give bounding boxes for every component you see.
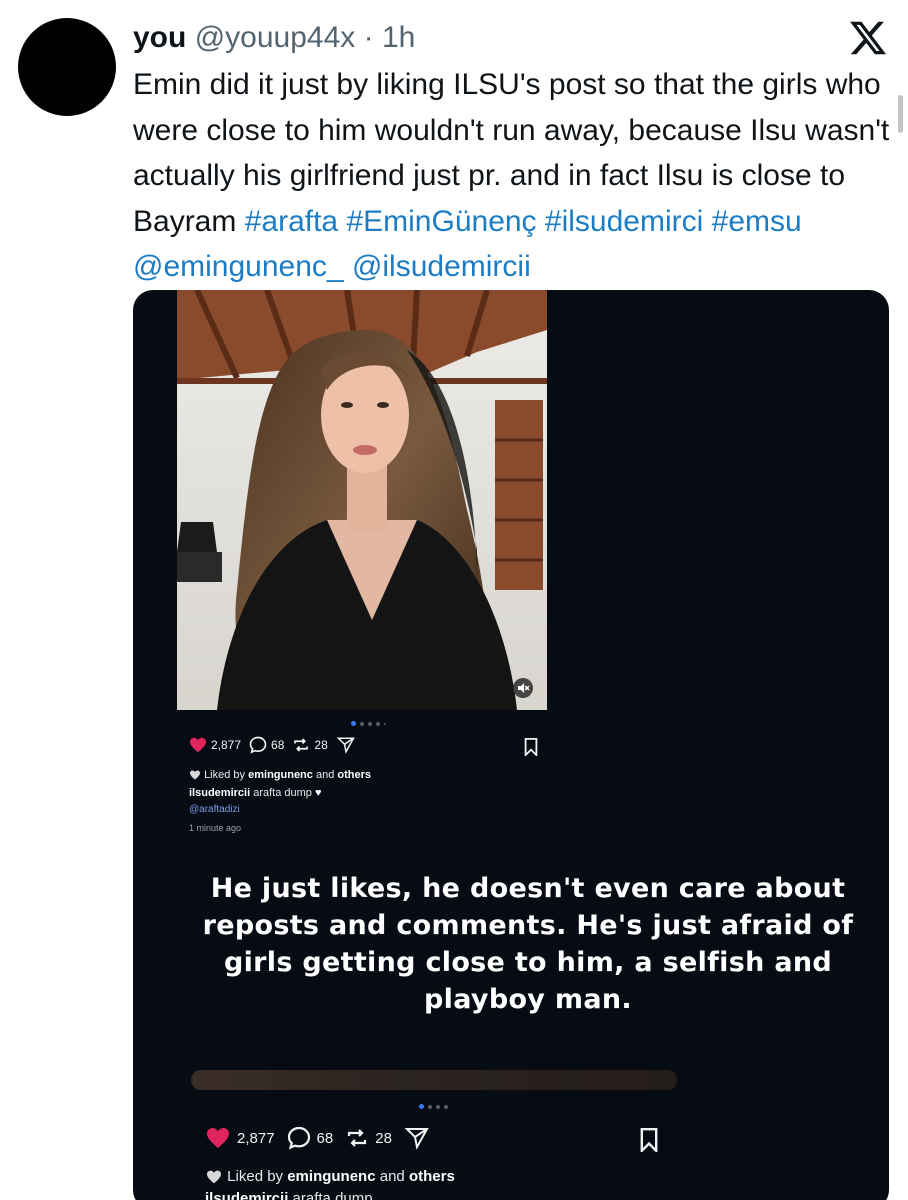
share-icon[interactable] xyxy=(404,1126,430,1150)
mute-icon[interactable] xyxy=(513,678,533,698)
comment-icon[interactable] xyxy=(287,1126,311,1150)
tweet-text: Emin did it just by liking ILSU's post s… xyxy=(133,62,893,290)
repost-count-2: 28 xyxy=(375,1129,392,1147)
carousel-dots-second xyxy=(419,1104,448,1109)
share-icon[interactable] xyxy=(336,736,356,754)
liked-avatar-icon xyxy=(190,770,200,780)
next-photo-strip xyxy=(191,1070,677,1090)
tweet-header: you @youup44x · 1h xyxy=(133,20,415,56)
liked-by-line-2: Liked by emingunenc and others xyxy=(205,1168,455,1185)
separator-dot: · xyxy=(363,21,374,54)
embedded-action-bar-2: 2,877 68 28 xyxy=(205,1126,430,1150)
liked-by-user-2[interactable]: emingunenc xyxy=(287,1168,375,1185)
liked-by-line: Liked by emingunenc and others xyxy=(189,769,371,781)
bookmark-icon[interactable] xyxy=(639,1128,659,1152)
instagram-photo xyxy=(177,290,547,710)
repost-count: 28 xyxy=(314,738,328,752)
carousel-dots xyxy=(351,721,386,726)
heart-icon[interactable] xyxy=(205,1127,231,1149)
caption-mention[interactable]: @araftadizi xyxy=(189,804,240,815)
liked-by-others-2[interactable]: others xyxy=(409,1168,455,1185)
like-count: 2,877 xyxy=(211,738,242,752)
post-caption-2: ilsudemircii arafta dump xyxy=(205,1190,373,1200)
liked-by-and: and xyxy=(315,769,335,781)
hashtag-emingunenc[interactable]: #EminGünenç xyxy=(346,205,536,238)
attached-media-image[interactable]: 2,877 68 28 Liked by emingunenc and othe… xyxy=(133,290,889,1200)
liked-by-user[interactable]: emingunenc xyxy=(248,769,313,781)
comment-count-2: 68 xyxy=(316,1129,334,1147)
caption-user-2[interactable]: ilsudemircii xyxy=(205,1190,288,1200)
like-count-2: 2,877 xyxy=(237,1129,275,1147)
liked-by-prefix: Liked by xyxy=(204,769,246,781)
comment-icon[interactable] xyxy=(249,736,267,754)
overlay-caption: He just likes, he doesn't even care abou… xyxy=(202,873,854,1015)
hashtag-arafta[interactable]: #arafta xyxy=(245,205,338,238)
hashtag-ilsudemirci[interactable]: #ilsudemirci xyxy=(545,205,703,238)
tweet-time[interactable]: 1h xyxy=(382,21,415,54)
user-handle[interactable]: @youup44x xyxy=(195,21,356,54)
avatar[interactable] xyxy=(18,18,116,116)
white-heart-icon: ♥ xyxy=(314,787,322,799)
caption-text-2: arafta dump xyxy=(292,1190,373,1200)
post-time: 1 minute ago xyxy=(189,823,242,833)
liked-by-and-2: and xyxy=(379,1168,405,1185)
heart-icon[interactable] xyxy=(189,737,207,753)
scrollbar[interactable] xyxy=(898,95,903,133)
liked-by-others[interactable]: others xyxy=(337,769,371,781)
display-name[interactable]: you xyxy=(133,21,186,54)
hashtag-emsu[interactable]: #emsu xyxy=(712,205,802,238)
comment-count: 68 xyxy=(271,738,285,752)
x-logo-icon xyxy=(850,21,887,55)
caption-user[interactable]: ilsudemircii xyxy=(189,787,250,799)
liked-avatar-icon xyxy=(207,1170,221,1184)
liked-by-prefix-2: Liked by xyxy=(227,1168,284,1185)
repost-icon[interactable] xyxy=(345,1126,369,1150)
bookmark-icon[interactable] xyxy=(523,738,539,756)
repost-icon[interactable] xyxy=(292,736,310,754)
embedded-action-bar: 2,877 68 28 xyxy=(189,736,356,754)
caption-text: arafta dump xyxy=(253,787,312,799)
post-caption: ilsudemircii arafta dump ♥ xyxy=(189,787,322,799)
mention-ilsudemircii[interactable]: @ilsudemircii xyxy=(352,250,531,283)
mention-emingunenc[interactable]: @emingunenc_ xyxy=(133,250,344,283)
